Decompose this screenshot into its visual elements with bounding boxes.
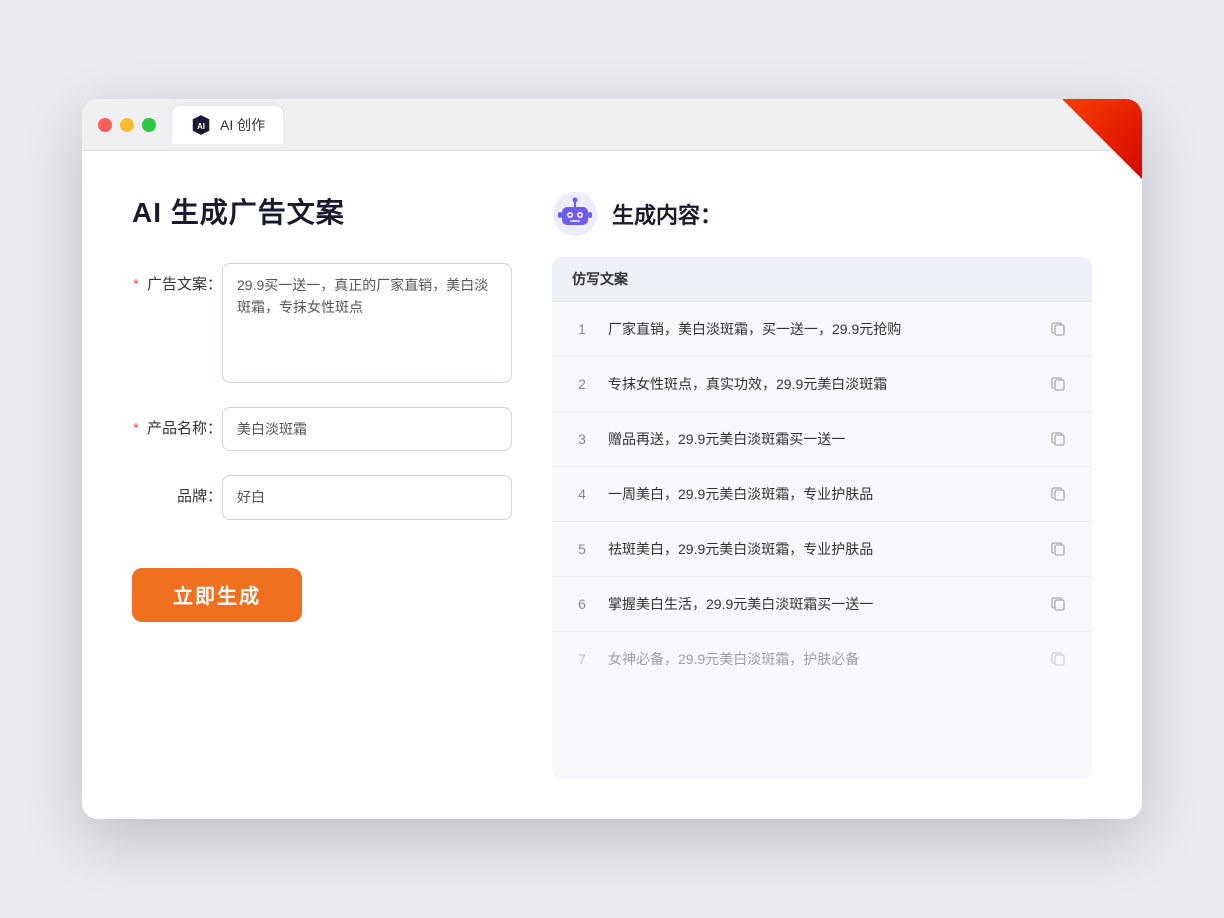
table-row: 3 赠品再送，29.9元美白淡斑霜买一送一	[552, 412, 1092, 467]
product-name-input[interactable]	[222, 407, 512, 451]
browser-tab[interactable]: AI AI 创作	[172, 106, 283, 144]
result-number: 1	[572, 321, 592, 337]
result-text: 厂家直销，美白淡斑霜，买一送一，29.9元抢购	[608, 319, 1030, 340]
product-name-group: * 产品名称：	[132, 407, 512, 451]
copy-icon	[1051, 431, 1067, 447]
right-panel: 生成内容： 仿写文案 1 厂家直销，美白淡斑霜，买一送一，29.9元抢购 2 专抹女…	[552, 191, 1092, 779]
result-number: 2	[572, 376, 592, 392]
copy-button[interactable]	[1046, 316, 1072, 342]
traffic-light-red[interactable]	[98, 118, 112, 132]
result-text: 女神必备，29.9元美白淡斑霜，护肤必备	[608, 649, 1030, 670]
browser-titlebar: AI AI 创作	[82, 99, 1142, 151]
copy-icon	[1051, 376, 1067, 392]
table-row: 4 一周美白，29.9元美白淡斑霜，专业护肤品	[552, 467, 1092, 522]
copy-icon	[1051, 486, 1067, 502]
result-text: 专抹女性斑点，真实功效，29.9元美白淡斑霜	[608, 374, 1030, 395]
result-text: 掌握美白生活，29.9元美白淡斑霜买一送一	[608, 594, 1030, 615]
right-panel-title: 生成内容：	[612, 198, 722, 230]
ai-tab-icon: AI	[190, 114, 212, 136]
brand-group: 品牌：	[132, 475, 512, 519]
results-body: 1 厂家直销，美白淡斑霜，买一送一，29.9元抢购 2 专抹女性斑点，真实功效，29…	[552, 302, 1092, 779]
table-row: 1 厂家直销，美白淡斑霜，买一送一，29.9元抢购	[552, 302, 1092, 357]
ad-copy-textarea[interactable]: 29.9买一送一，真正的厂家直销，美白淡斑霜，专抹女性斑点	[222, 263, 512, 383]
brand-input[interactable]	[222, 475, 512, 519]
bot-icon	[552, 191, 598, 237]
results-table: 仿写文案 1 厂家直销，美白淡斑霜，买一送一，29.9元抢购 2 专抹女性斑点，真实…	[552, 257, 1092, 779]
table-row: 2 专抹女性斑点，真实功效，29.9元美白淡斑霜	[552, 357, 1092, 412]
copy-button[interactable]	[1046, 426, 1072, 452]
result-number: 7	[572, 651, 592, 667]
ad-copy-group: * 广告文案： 29.9买一送一，真正的厂家直销，美白淡斑霜，专抹女性斑点	[132, 263, 512, 383]
result-text: 祛斑美白，29.9元美白淡斑霜，专业护肤品	[608, 539, 1030, 560]
result-number: 4	[572, 486, 592, 502]
right-header: 生成内容：	[552, 191, 1092, 237]
traffic-lights	[98, 118, 156, 132]
traffic-light-yellow[interactable]	[120, 118, 134, 132]
svg-text:AI: AI	[197, 121, 205, 130]
copy-button[interactable]	[1046, 371, 1072, 397]
copy-icon	[1051, 651, 1067, 667]
table-row: 5 祛斑美白，29.9元美白淡斑霜，专业护肤品	[552, 522, 1092, 577]
brand-label: 品牌：	[132, 475, 222, 506]
copy-button[interactable]	[1046, 591, 1072, 617]
tab-label: AI 创作	[220, 115, 265, 135]
generate-button[interactable]: 立即生成	[132, 568, 302, 622]
table-row: 6 掌握美白生活，29.9元美白淡斑霜买一送一	[552, 577, 1092, 632]
result-text: 一周美白，29.9元美白淡斑霜，专业护肤品	[608, 484, 1030, 505]
ad-copy-label: * 广告文案：	[132, 263, 222, 294]
traffic-light-green[interactable]	[142, 118, 156, 132]
copy-button[interactable]	[1046, 646, 1072, 672]
table-row: 7 女神必备，29.9元美白淡斑霜，护肤必备	[552, 632, 1092, 686]
left-panel: AI 生成广告文案 * 广告文案： 29.9买一送一，真正的厂家直销，美白淡斑霜…	[132, 191, 512, 779]
required-star-1: *	[133, 276, 139, 293]
browser-window: AI AI 创作 AI 生成广告文案 * 广告文案： 29.9买一送一，真正的厂…	[82, 99, 1142, 819]
copy-icon	[1051, 541, 1067, 557]
result-number: 5	[572, 541, 592, 557]
browser-content: AI 生成广告文案 * 广告文案： 29.9买一送一，真正的厂家直销，美白淡斑霜…	[82, 151, 1142, 819]
page-title: AI 生成广告文案	[132, 191, 512, 231]
copy-icon	[1051, 596, 1067, 612]
required-star-2: *	[133, 420, 139, 437]
result-text: 赠品再送，29.9元美白淡斑霜买一送一	[608, 429, 1030, 450]
copy-button[interactable]	[1046, 481, 1072, 507]
result-number: 3	[572, 431, 592, 447]
copy-button[interactable]	[1046, 536, 1072, 562]
copy-icon	[1051, 321, 1067, 337]
product-name-label: * 产品名称：	[132, 407, 222, 438]
results-table-header: 仿写文案	[552, 257, 1092, 302]
result-number: 6	[572, 596, 592, 612]
